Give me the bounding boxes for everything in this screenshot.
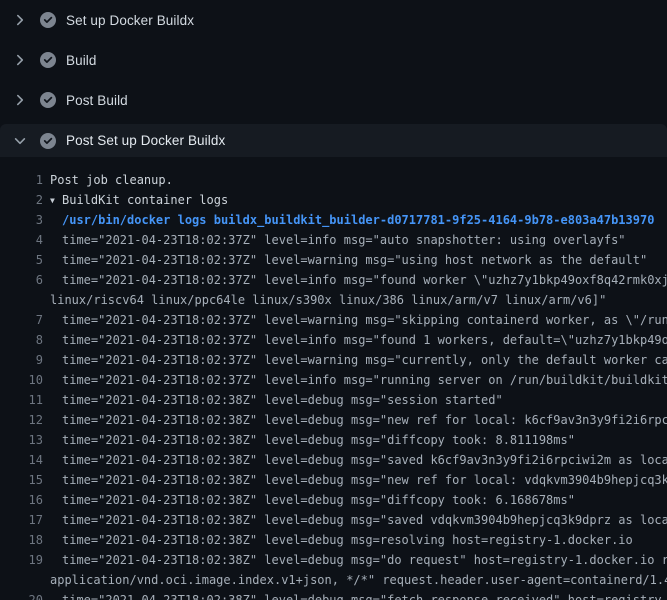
log-line-text: time="2021-04-23T18:02:37Z" level=info m… bbox=[50, 230, 667, 250]
log-line-number[interactable] bbox=[0, 570, 43, 590]
log-line: 17 time="2021-04-23T18:02:38Z" level=deb… bbox=[0, 510, 667, 530]
log-line: 9 time="2021-04-23T18:02:37Z" level=warn… bbox=[0, 350, 667, 370]
chevron-glyph bbox=[12, 12, 28, 28]
log-line: application/vnd.oci.image.index.v1+json,… bbox=[0, 570, 667, 590]
log-line: 6 time="2021-04-23T18:02:37Z" level=info… bbox=[0, 270, 667, 290]
log-line-number[interactable]: 3 bbox=[0, 210, 43, 230]
check-glyph bbox=[40, 92, 56, 108]
log-line-text: time="2021-04-23T18:02:37Z" level=info m… bbox=[50, 270, 667, 290]
log-line-text: ▼BuildKit container logs bbox=[50, 190, 667, 210]
step-list: Set up Docker Buildx Build P bbox=[0, 0, 667, 157]
log-line: 2 ▼BuildKit container logs bbox=[0, 190, 667, 210]
log-line: 4 time="2021-04-23T18:02:37Z" level=info… bbox=[0, 230, 667, 250]
check-glyph bbox=[40, 52, 56, 68]
log-line-text: time="2021-04-23T18:02:38Z" level=debug … bbox=[50, 390, 667, 410]
check-circle-icon bbox=[40, 12, 56, 28]
log-line: 19 time="2021-04-23T18:02:38Z" level=deb… bbox=[0, 550, 667, 570]
log-line-text: Post job cleanup. bbox=[50, 170, 667, 190]
log-line-number[interactable]: 18 bbox=[0, 530, 43, 550]
chevron-glyph bbox=[12, 92, 28, 108]
triangle-down-icon[interactable]: ▼ bbox=[50, 191, 62, 210]
chevron-right-icon[interactable] bbox=[12, 52, 28, 68]
log-line-text: application/vnd.oci.image.index.v1+json,… bbox=[50, 570, 667, 590]
log-line-text: time="2021-04-23T18:02:38Z" level=debug … bbox=[50, 470, 667, 490]
log-line-text: time="2021-04-23T18:02:38Z" level=debug … bbox=[50, 450, 667, 470]
log-line-number[interactable]: 8 bbox=[0, 330, 43, 350]
log-line: 13 time="2021-04-23T18:02:38Z" level=deb… bbox=[0, 430, 667, 450]
step-label: Build bbox=[66, 53, 97, 68]
log-line-number[interactable]: 15 bbox=[0, 470, 43, 490]
step-label: Post Build bbox=[66, 93, 128, 108]
log-line: 10 time="2021-04-23T18:02:37Z" level=inf… bbox=[0, 370, 667, 390]
step-row-post-build[interactable]: Post Build bbox=[0, 80, 667, 120]
check-circle-icon bbox=[40, 133, 56, 149]
log-line: 1 Post job cleanup. bbox=[0, 170, 667, 190]
log-line-text: /usr/bin/docker logs buildx_buildkit_bui… bbox=[50, 210, 667, 230]
check-circle-icon bbox=[40, 52, 56, 68]
chevron-right-icon[interactable] bbox=[12, 92, 28, 108]
log-line: 14 time="2021-04-23T18:02:38Z" level=deb… bbox=[0, 450, 667, 470]
log-line: 18 time="2021-04-23T18:02:38Z" level=deb… bbox=[0, 530, 667, 550]
log-line: 5 time="2021-04-23T18:02:37Z" level=warn… bbox=[0, 250, 667, 270]
log-line-text: time="2021-04-23T18:02:38Z" level=debug … bbox=[50, 510, 667, 530]
check-circle-icon bbox=[40, 92, 56, 108]
check-glyph bbox=[40, 12, 56, 28]
check-glyph bbox=[40, 133, 56, 149]
log-line-number[interactable]: 2 bbox=[0, 190, 43, 210]
chevron-down-icon[interactable] bbox=[12, 133, 28, 149]
step-label: Post Set up Docker Buildx bbox=[66, 133, 225, 148]
step-row-set-up-docker-buildx[interactable]: Set up Docker Buildx bbox=[0, 0, 667, 40]
log-line-number[interactable]: 20 bbox=[0, 590, 43, 600]
log-line-number[interactable]: 19 bbox=[0, 550, 43, 570]
log-line: 12 time="2021-04-23T18:02:38Z" level=deb… bbox=[0, 410, 667, 430]
log-viewer: 1 Post job cleanup. 2 ▼BuildKit containe… bbox=[0, 157, 667, 600]
log-line-text: time="2021-04-23T18:02:38Z" level=debug … bbox=[50, 530, 667, 550]
log-line-text: time="2021-04-23T18:02:37Z" level=warnin… bbox=[50, 250, 667, 270]
log-line-number[interactable]: 14 bbox=[0, 450, 43, 470]
log-line-number[interactable]: 5 bbox=[0, 250, 43, 270]
log-line: 16 time="2021-04-23T18:02:38Z" level=deb… bbox=[0, 490, 667, 510]
log-line-number[interactable]: 7 bbox=[0, 310, 43, 330]
log-line: 15 time="2021-04-23T18:02:38Z" level=deb… bbox=[0, 470, 667, 490]
log-line-text: time="2021-04-23T18:02:38Z" level=debug … bbox=[50, 430, 667, 450]
log-line-text: time="2021-04-23T18:02:37Z" level=warnin… bbox=[50, 310, 667, 330]
log-line-number[interactable] bbox=[0, 290, 43, 310]
log-line-number[interactable]: 10 bbox=[0, 370, 43, 390]
log-line-text: time="2021-04-23T18:02:38Z" level=debug … bbox=[50, 410, 667, 430]
log-line-text: time="2021-04-23T18:02:37Z" level=info m… bbox=[50, 330, 667, 350]
step-row-post-set-up-docker-buildx[interactable]: Post Set up Docker Buildx bbox=[0, 124, 667, 157]
chevron-glyph bbox=[12, 133, 28, 149]
group-title[interactable]: BuildKit container logs bbox=[62, 193, 228, 207]
log-line-number[interactable]: 17 bbox=[0, 510, 43, 530]
log-line-number[interactable]: 6 bbox=[0, 270, 43, 290]
log-line-number[interactable]: 1 bbox=[0, 170, 43, 190]
log-line: 11 time="2021-04-23T18:02:38Z" level=deb… bbox=[0, 390, 667, 410]
workflow-log-panel: Set up Docker Buildx Build P bbox=[0, 0, 667, 600]
log-line-number[interactable]: 4 bbox=[0, 230, 43, 250]
log-line-number[interactable]: 13 bbox=[0, 430, 43, 450]
log-line-text: time="2021-04-23T18:02:38Z" level=debug … bbox=[50, 550, 667, 570]
chevron-glyph bbox=[12, 52, 28, 68]
log-line-number[interactable]: 11 bbox=[0, 390, 43, 410]
chevron-right-icon[interactable] bbox=[12, 12, 28, 28]
log-line-text: time="2021-04-23T18:02:38Z" level=debug … bbox=[50, 590, 667, 600]
log-line-number[interactable]: 12 bbox=[0, 410, 43, 430]
log-line: linux/riscv64 linux/ppc64le linux/s390x … bbox=[0, 290, 667, 310]
log-line: 8 time="2021-04-23T18:02:37Z" level=info… bbox=[0, 330, 667, 350]
log-line-text: time="2021-04-23T18:02:37Z" level=info m… bbox=[50, 370, 667, 390]
log-line-text: linux/riscv64 linux/ppc64le linux/s390x … bbox=[50, 290, 667, 310]
log-line-number[interactable]: 9 bbox=[0, 350, 43, 370]
log-line: 7 time="2021-04-23T18:02:37Z" level=warn… bbox=[0, 310, 667, 330]
step-label: Set up Docker Buildx bbox=[66, 13, 194, 28]
log-line: 20 time="2021-04-23T18:02:38Z" level=deb… bbox=[0, 590, 667, 600]
log-line-text: time="2021-04-23T18:02:38Z" level=debug … bbox=[50, 490, 667, 510]
log-line-number[interactable]: 16 bbox=[0, 490, 43, 510]
step-row-build[interactable]: Build bbox=[0, 40, 667, 80]
log-line-text: time="2021-04-23T18:02:37Z" level=warnin… bbox=[50, 350, 667, 370]
log-line: 3 /usr/bin/docker logs buildx_buildkit_b… bbox=[0, 210, 667, 230]
